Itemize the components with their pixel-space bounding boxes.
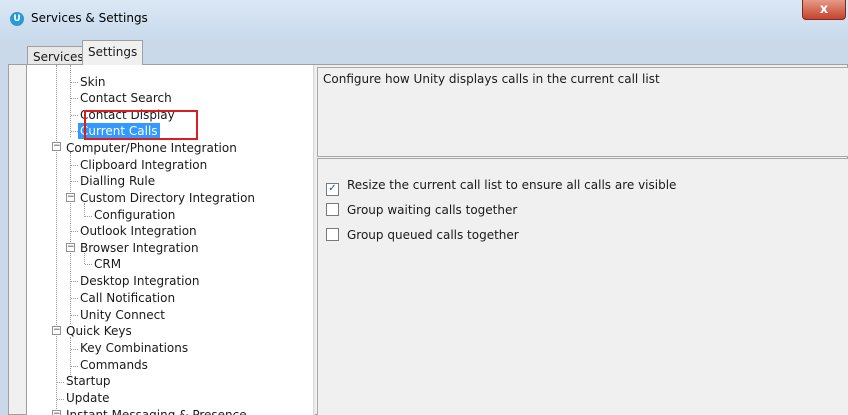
option-label: Group waiting calls together [347,203,518,217]
tree-line [70,65,71,137]
tree-item-custom-directory-integration[interactable]: Custom Directory Integration [80,190,255,206]
tree-line [71,131,78,132]
tree-line [56,65,57,415]
tree-item-outlook-integration[interactable]: Outlook Integration [80,223,197,239]
tree-item-call-notification[interactable]: Call Notification [80,290,175,306]
tree-item-update[interactable]: Update [66,390,109,406]
collapse-toggle-icon[interactable]: − [52,326,61,335]
tree-line [71,181,78,182]
services-settings-window: U Services & Settings x Services Setting… [0,0,848,415]
tree-item-unity-connect[interactable]: Unity Connect [80,307,165,323]
tree-line [71,366,78,367]
checkbox-icon[interactable] [326,203,339,216]
tree-item-quick-keys[interactable]: Quick Keys [66,323,132,339]
option-label: Resize the current call list to ensure a… [347,178,677,192]
tree-line [71,82,78,83]
tree-line [71,115,78,116]
title-bar[interactable]: U Services & Settings x [0,0,848,40]
tab-settings[interactable]: Settings [82,40,144,65]
tree-line [85,216,92,217]
tree-item-commands[interactable]: Commands [80,357,148,373]
tree-line [71,298,78,299]
tree-item-browser-integration[interactable]: Browser Integration [80,240,199,256]
tree-item-desktop-integration[interactable]: Desktop Integration [80,273,199,289]
close-button[interactable]: x [802,0,846,20]
tree-line [71,231,78,232]
checkbox-checked-icon[interactable]: ✓ [326,183,339,196]
collapse-toggle-icon[interactable]: − [66,193,75,202]
tree-line [71,165,78,166]
tree-item-dialling-rule[interactable]: Dialling Rule [80,173,155,189]
tree-scrollbar[interactable]: ▲ ≡ [313,65,315,415]
tree-item-key-combinations[interactable]: Key Combinations [80,340,188,356]
tree-line [71,281,78,282]
checkbox-icon[interactable] [326,228,339,241]
tree-item-clipboard-integration[interactable]: Clipboard Integration [80,157,207,173]
tree-item-startup[interactable]: Startup [66,373,111,389]
tree-line [57,382,64,383]
tree-line [71,349,78,350]
annotation-highlight-box [84,110,198,140]
unity-logo-icon: U [10,12,24,26]
option-resize-call-list[interactable]: ✓ Resize the current call list to ensure … [326,177,677,196]
option-group-waiting-calls[interactable]: Group waiting calls together [326,202,517,218]
collapse-toggle-icon[interactable]: − [52,410,61,415]
tab-services[interactable]: Services [27,46,90,66]
tree-item-skin[interactable]: Skin [80,74,106,90]
tree-line [57,399,64,400]
description-text: Configure how Unity displays calls in th… [323,72,660,86]
tree-item-computer-phone-integration[interactable]: Computer/Phone Integration [66,140,237,156]
tree-line [71,315,78,316]
tree-item-crm[interactable]: CRM [94,256,121,272]
tree-line [70,337,71,375]
collapse-toggle-icon[interactable]: − [66,243,75,252]
tree-item-contact-search[interactable]: Contact Search [80,90,172,106]
description-panel: Configure how Unity displays calls in th… [317,67,848,157]
tree-item-configuration[interactable]: Configuration [94,207,175,223]
window-title: Services & Settings [31,11,148,25]
tree-line [71,98,78,99]
options-panel: ✓ Resize the current call list to ensure … [317,158,848,415]
option-group-queued-calls[interactable]: Group queued calls together [326,227,519,243]
tree-line [85,264,92,265]
tree-item-instant-messaging-presence[interactable]: Instant Messaging & Presence [66,407,247,415]
option-label: Group queued calls together [347,228,519,242]
collapse-toggle-icon[interactable]: − [52,142,61,151]
